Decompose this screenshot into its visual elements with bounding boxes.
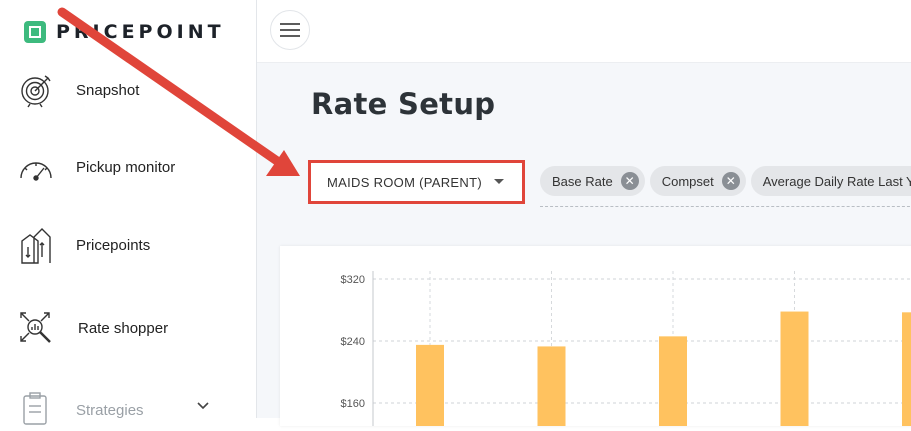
filter-chip-adr-last-year[interactable]: Average Daily Rate Last Y [750, 166, 911, 196]
target-icon [16, 70, 56, 110]
rate-shopper-icon [16, 308, 56, 348]
main-content: Rate Setup MAIDS ROOM (PARENT) Base Rate… [257, 63, 911, 426]
sidebar-item-pricepoints[interactable]: Pricepoints [16, 225, 150, 265]
menu-toggle-button[interactable] [270, 10, 310, 50]
chip-label: Compset [661, 173, 714, 189]
top-bar [257, 0, 911, 63]
room-type-select[interactable]: MAIDS ROOM (PARENT) [308, 160, 525, 204]
sidebar-item-strategies[interactable]: Strategies [16, 390, 144, 430]
chart-bar[interactable] [902, 312, 911, 426]
hamburger-icon [280, 23, 300, 37]
filter-chips: Base Rate ✕ Compset ✕ Average Daily Rate… [540, 166, 911, 207]
chevron-down-icon[interactable] [196, 398, 210, 416]
brand-logo[interactable]: PRICEPOINT [24, 18, 225, 46]
chart-bar[interactable] [780, 311, 809, 426]
sidebar: PRICEPOINT Snapshot Pickup monitor Price… [0, 0, 257, 425]
filter-chip-compset[interactable]: Compset ✕ [649, 166, 746, 196]
caret-down-icon [494, 179, 504, 184]
brand-name: PRICEPOINT [56, 21, 225, 43]
page-title: Rate Setup [311, 87, 496, 121]
chip-label: Average Daily Rate Last Y [762, 173, 911, 189]
chart-bar[interactable] [537, 346, 566, 426]
chip-label: Base Rate [552, 173, 613, 189]
sidebar-item-label: Snapshot [76, 81, 140, 99]
y-tick-label: $320 [341, 274, 365, 286]
room-type-value: MAIDS ROOM (PARENT) [327, 174, 482, 190]
sidebar-item-label: Pricepoints [76, 236, 151, 254]
pricepoints-icon [16, 225, 56, 265]
sidebar-item-rate-shopper[interactable]: Rate shopper [16, 308, 168, 348]
chart-bar[interactable] [416, 344, 444, 426]
sidebar-item-label: Strategies [76, 401, 144, 419]
rate-chart: $320 $240 $160 [341, 271, 911, 426]
y-tick-label: $240 [341, 336, 365, 348]
rate-chart-card: $320 $240 $160 [280, 246, 911, 426]
sidebar-item-pickup-monitor[interactable]: Pickup monitor [16, 147, 175, 187]
remove-chip-icon[interactable]: ✕ [620, 172, 639, 190]
remove-chip-icon[interactable]: ✕ [721, 172, 740, 190]
filter-chip-base-rate[interactable]: Base Rate ✕ [540, 166, 645, 196]
sidebar-item-snapshot[interactable]: Snapshot [16, 70, 139, 110]
chart-bar[interactable] [659, 336, 687, 426]
gauge-icon [16, 147, 56, 187]
strategies-icon [16, 390, 56, 430]
logo-mark-icon [24, 21, 46, 43]
sidebar-item-label: Pickup monitor [76, 158, 176, 176]
sidebar-item-label: Rate shopper [78, 319, 169, 337]
y-tick-label: $160 [341, 398, 365, 410]
